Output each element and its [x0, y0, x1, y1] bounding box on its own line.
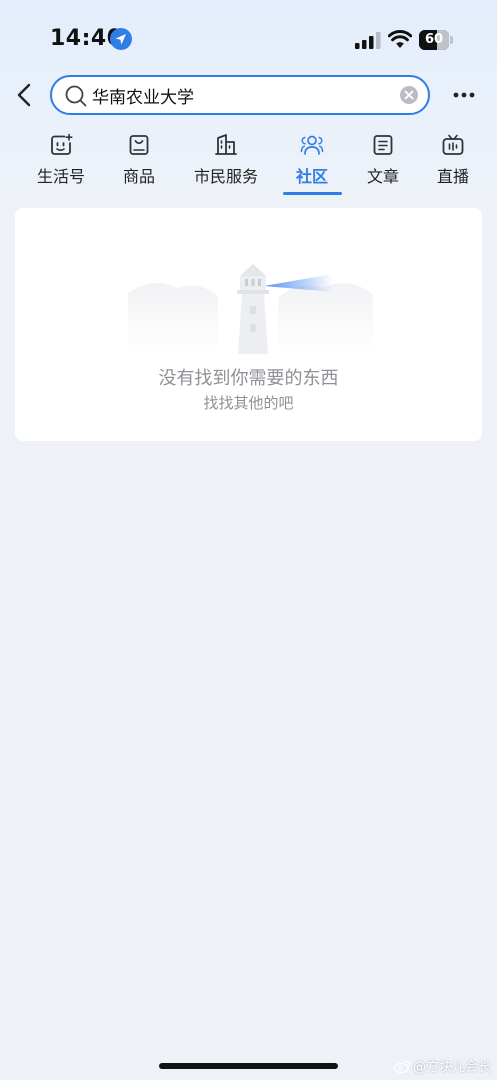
home-indicator[interactable]	[159, 1063, 338, 1069]
tab-products[interactable]: 商品	[116, 130, 162, 196]
chevron-left-icon	[17, 83, 31, 107]
battery-icon: 60	[419, 30, 453, 50]
tab-citizen-services[interactable]: 市民服务	[190, 130, 262, 196]
article-icon	[373, 135, 393, 155]
location-arrow-icon	[110, 28, 132, 50]
status-bar: 14:40 60	[0, 0, 497, 80]
search-box[interactable]	[50, 75, 430, 115]
tab-label: 直播	[436, 167, 469, 186]
signal-bars-icon	[355, 32, 381, 49]
live-tv-icon	[442, 134, 464, 155]
tab-label: 生活号	[36, 167, 85, 186]
battery-level: 60	[424, 32, 444, 47]
empty-state-title: 没有找到你需要的东西	[158, 368, 339, 389]
empty-state-subtitle: 找找其他的吧	[203, 394, 294, 412]
active-tab-indicator	[283, 192, 342, 195]
shopping-bag-icon	[129, 135, 149, 155]
watermark: @方块儿会长	[393, 1056, 491, 1075]
tab-label: 市民服务	[193, 167, 258, 186]
search-input[interactable]	[92, 81, 392, 109]
tab-community[interactable]: 社区	[289, 130, 335, 196]
lighthouse-icon	[128, 264, 373, 354]
tab-label: 文章	[366, 167, 399, 186]
life-account-icon	[51, 133, 73, 155]
empty-result-card: 没有找到你需要的东西 找找其他的吧	[15, 208, 482, 441]
weibo-icon	[393, 1059, 410, 1073]
more-button[interactable]	[450, 82, 478, 108]
city-building-icon	[215, 134, 237, 155]
close-icon	[404, 90, 414, 100]
tab-live[interactable]: 直播	[430, 130, 476, 196]
back-button[interactable]	[12, 80, 40, 110]
clear-search-button[interactable]	[400, 86, 418, 104]
watermark-text: @方块儿会长	[412, 1060, 491, 1075]
tab-label: 社区	[295, 167, 328, 186]
category-tabs: 生活号 商品 市民服务 社区 文章 直播	[0, 130, 497, 200]
wifi-icon	[388, 29, 412, 48]
search-icon	[65, 85, 87, 107]
community-people-icon	[300, 135, 324, 155]
more-dots-icon	[453, 92, 475, 98]
tab-life-account[interactable]: 生活号	[30, 130, 92, 196]
tab-articles[interactable]: 文章	[360, 130, 406, 196]
tab-label: 商品	[122, 167, 155, 186]
